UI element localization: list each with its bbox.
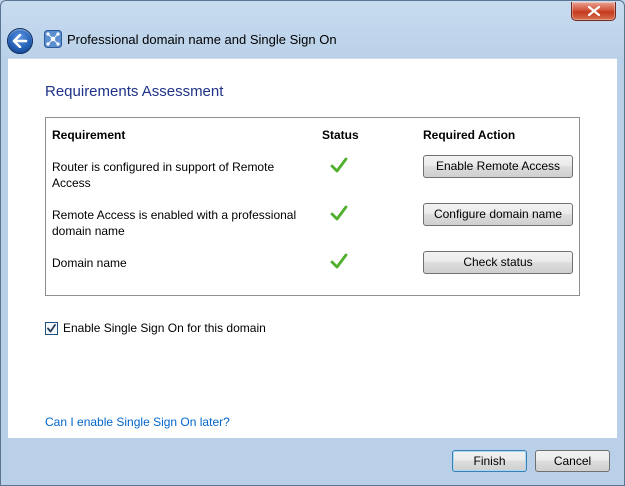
check-status-button[interactable]: Check status <box>423 251 573 274</box>
window-title: Professional domain name and Single Sign… <box>67 32 337 47</box>
configure-domain-name-button[interactable]: Configure domain name <box>423 203 573 226</box>
finish-button[interactable]: Finish <box>452 450 527 472</box>
requirements-table: Requirement Status Required Action Route… <box>45 117 580 296</box>
checkmark-icon <box>330 205 348 221</box>
requirement-text-domain-name: Domain name <box>52 256 127 270</box>
column-header-status: Status <box>322 128 359 142</box>
section-heading: Requirements Assessment <box>45 83 224 100</box>
requirement-text-router: Router is configured in support of Remot… <box>52 160 275 190</box>
checkmark-icon <box>330 253 348 269</box>
back-button[interactable] <box>7 28 33 54</box>
network-hub-icon <box>44 30 62 48</box>
help-link[interactable]: Can I enable Single Sign On later? <box>45 415 230 429</box>
cancel-button[interactable]: Cancel <box>535 450 610 472</box>
requirement-text-remote-access: Remote Access is enabled with a professi… <box>52 208 297 238</box>
column-header-action: Required Action <box>423 128 516 142</box>
sso-checkbox[interactable] <box>45 321 58 335</box>
sso-checkbox-label[interactable]: Enable Single Sign On for this domain <box>63 321 266 335</box>
dialog-window: Professional domain name and Single Sign… <box>0 0 625 486</box>
sso-option: Enable Single Sign On for this domain <box>45 321 266 335</box>
enable-remote-access-button[interactable]: Enable Remote Access <box>423 155 573 178</box>
back-arrow-icon <box>12 34 28 48</box>
column-header-requirement: Requirement <box>52 128 126 142</box>
close-button[interactable] <box>571 2 616 21</box>
checkmark-icon <box>330 157 348 173</box>
close-icon <box>587 6 600 16</box>
checkbox-checked-icon <box>47 323 56 332</box>
content-panel: Requirements Assessment Requirement Stat… <box>8 58 617 438</box>
